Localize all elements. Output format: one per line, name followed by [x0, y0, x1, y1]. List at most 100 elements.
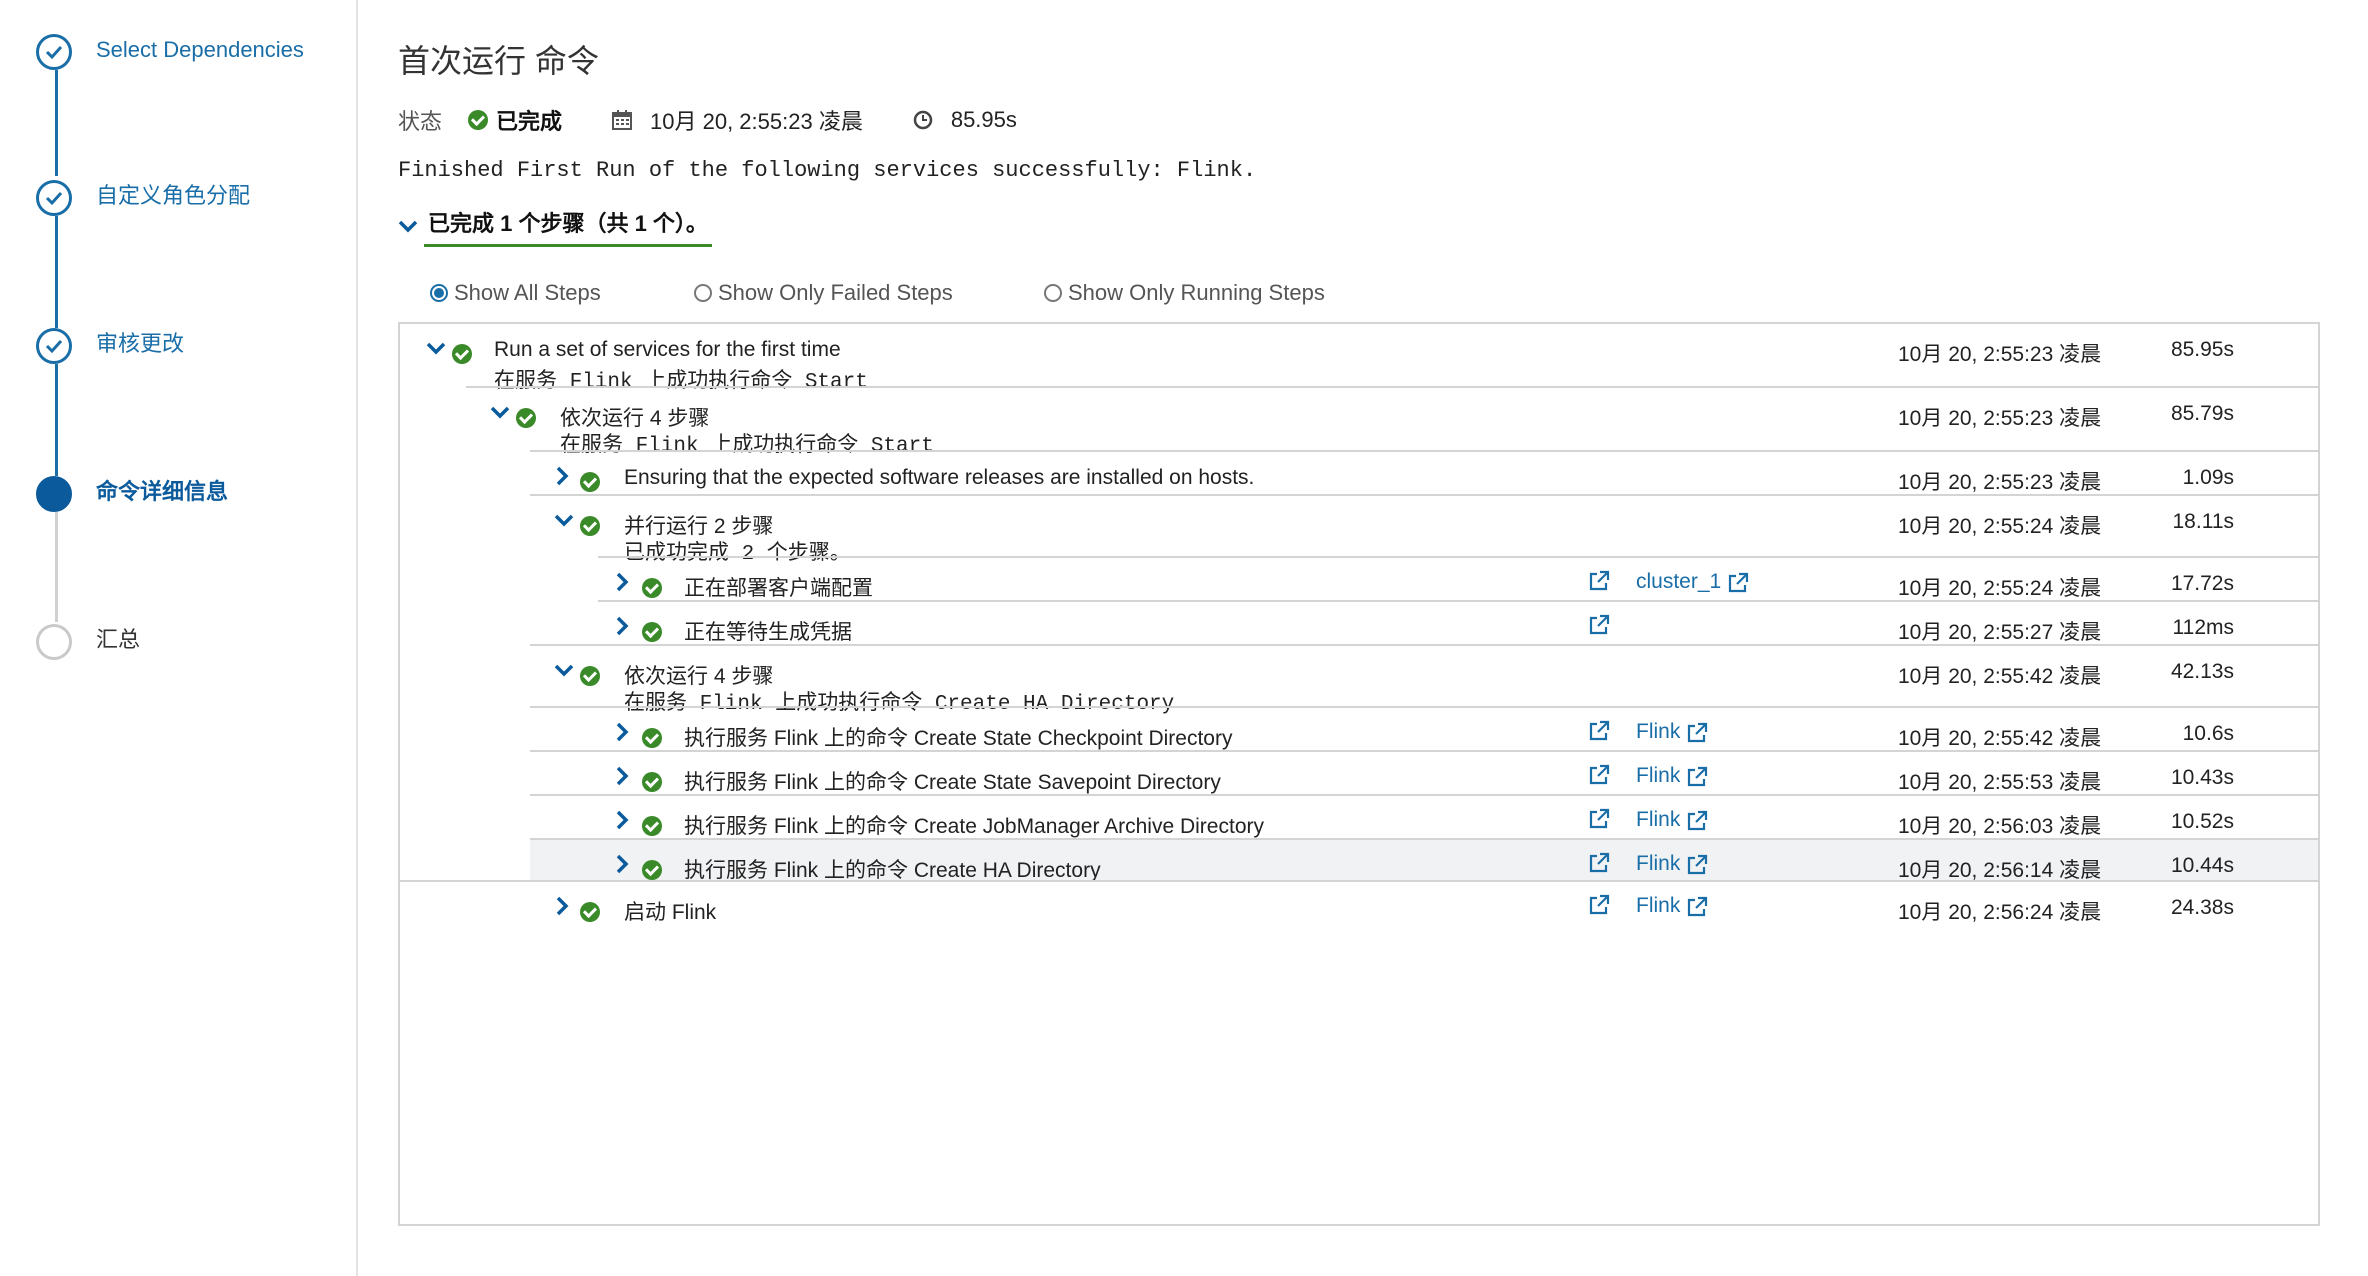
- step-row: 启动 Flink Flink 10月 20, 2:56:24 凌晨 24.38s: [400, 880, 2318, 924]
- external-link-icon: [1686, 896, 1708, 917]
- step-row: 正在部署客户端配置 cluster_1 10月 20, 2:55:24 凌晨 17.7…: [598, 556, 2318, 600]
- step-row: 执行服务 Flink 上的命令 Create State Checkpoint …: [530, 706, 2318, 750]
- success-icon: [642, 860, 662, 880]
- step-row: 正在等待生成凭据 10月 20, 2:55:27 凌晨 112ms: [598, 600, 2318, 644]
- result-message: Finished First Run of the following serv…: [398, 158, 1257, 183]
- step-start-time: 10月 20, 2:56:24 凌晨: [1898, 901, 2102, 924]
- success-icon: [642, 772, 662, 792]
- start-time: 10月 20, 2:55:23 凌晨: [650, 109, 863, 134]
- radio-button[interactable]: [1044, 284, 1062, 302]
- step-row: 执行服务 Flink 上的命令 Create HA Directory Flink…: [530, 838, 2318, 882]
- page-title: 首次运行 命令: [398, 43, 599, 79]
- step-duration: 85.79s: [2170, 402, 2234, 425]
- calendar-icon: [612, 110, 633, 130]
- chevron-down-icon[interactable]: [554, 514, 574, 532]
- step-start-time: 10月 20, 2:55:23 凌晨: [1898, 343, 2102, 366]
- radio-button[interactable]: [694, 284, 712, 302]
- step-start-time: 10月 20, 2:55:24 凌晨: [1898, 577, 2102, 600]
- step-target-link[interactable]: Flink: [1636, 894, 1708, 918]
- pending-step-icon: [36, 624, 72, 660]
- open-in-new-icon[interactable]: [1588, 894, 1610, 916]
- step-target-label: Flink: [1636, 894, 1681, 917]
- chevron-down-icon[interactable]: [426, 342, 446, 360]
- step-duration: 10.44s: [2170, 854, 2234, 877]
- success-icon: [468, 110, 489, 130]
- chevron-right-icon[interactable]: [556, 466, 574, 486]
- step-target-link[interactable]: cluster_1: [1636, 570, 1749, 594]
- open-in-new-icon[interactable]: [1588, 720, 1610, 742]
- external-link-icon: [1686, 810, 1708, 831]
- step-start-time: 10月 20, 2:55:27 凌晨: [1898, 621, 2102, 644]
- completed-steps-toggle[interactable]: 已完成 1 个步骤（共 1 个）。: [398, 206, 712, 247]
- step-row: 依次运行 4 步骤 在服务 Flink 上成功执行命令 Start 10月 20, …: [466, 386, 2318, 458]
- step-start-time: 10月 20, 2:55:23 凌晨: [1898, 471, 2102, 494]
- step-title: 正在部署客户端配置: [684, 577, 873, 600]
- chevron-right-icon[interactable]: [616, 722, 634, 742]
- check-icon: [36, 328, 72, 364]
- open-in-new-icon[interactable]: [1588, 808, 1610, 830]
- filter-label: Show Only Failed Steps: [718, 280, 953, 305]
- filter-all-steps[interactable]: Show All Steps: [430, 280, 694, 306]
- step-row: Run a set of services for the first time…: [400, 324, 2318, 394]
- progress-line: [55, 70, 58, 176]
- step-title: 正在等待生成凭据: [684, 621, 852, 644]
- wizard-step-label: 汇总: [96, 627, 141, 652]
- step-target-link[interactable]: Flink: [1636, 852, 1708, 876]
- step-duration: 112ms: [2172, 616, 2234, 639]
- chevron-right-icon[interactable]: [616, 854, 634, 874]
- step-target-label: cluster_1: [1636, 570, 1722, 593]
- success-icon: [642, 622, 662, 642]
- clock-icon: [913, 110, 933, 130]
- chevron-right-icon[interactable]: [616, 766, 634, 786]
- radio-button[interactable]: [430, 284, 448, 302]
- step-row: 执行服务 Flink 上的命令 Create JobManager Archiv…: [530, 794, 2318, 838]
- step-title: 执行服务 Flink 上的命令 Create State Savepoint D…: [684, 771, 1221, 794]
- step-row: 执行服务 Flink 上的命令 Create State Savepoint D…: [530, 750, 2318, 794]
- chevron-right-icon[interactable]: [616, 572, 634, 592]
- chevron-right-icon[interactable]: [556, 896, 574, 916]
- step-start-time: 10月 20, 2:55:23 凌晨: [1898, 407, 2102, 430]
- external-link-icon: [1686, 854, 1708, 875]
- open-in-new-icon[interactable]: [1588, 614, 1610, 636]
- chevron-down-icon: [398, 220, 418, 232]
- step-target-link[interactable]: Flink: [1636, 808, 1708, 832]
- step-start-time: 10月 20, 2:55:24 凌晨: [1898, 515, 2102, 538]
- success-icon: [516, 408, 536, 428]
- wizard-step-label: Select Dependencies: [96, 37, 304, 62]
- wizard-step-label: 自定义角色分配: [96, 183, 251, 208]
- open-in-new-icon[interactable]: [1588, 852, 1610, 874]
- step-duration: 17.72s: [2170, 572, 2234, 595]
- step-duration: 1.09s: [2182, 466, 2234, 489]
- status-row: 状态 已完成 10月 20, 2:55:23 凌晨 85.95s: [398, 104, 1067, 136]
- filter-label: Show Only Running Steps: [1068, 280, 1325, 305]
- step-target-link[interactable]: Flink: [1636, 764, 1708, 788]
- step-duration: 10.6s: [2182, 722, 2234, 745]
- open-in-new-icon[interactable]: [1588, 764, 1610, 786]
- success-icon: [580, 472, 600, 492]
- success-icon: [580, 902, 600, 922]
- filter-running-steps[interactable]: Show Only Running Steps: [1044, 280, 1325, 306]
- step-title: Ensuring that the expected software rele…: [624, 466, 1255, 489]
- step-duration: 18.11s: [2172, 510, 2235, 533]
- step-title: 启动 Flink: [624, 901, 717, 924]
- step-start-time: 10月 20, 2:55:53 凌晨: [1898, 771, 2102, 794]
- step-target-label: Flink: [1636, 852, 1681, 875]
- step-target-label: Flink: [1636, 764, 1681, 787]
- step-target-label: Flink: [1636, 808, 1681, 831]
- chevron-down-icon[interactable]: [554, 664, 574, 682]
- check-icon: [36, 180, 72, 216]
- step-row: Ensuring that the expected software rele…: [530, 450, 2318, 494]
- step-title: 执行服务 Flink 上的命令 Create State Checkpoint …: [684, 727, 1233, 750]
- chevron-down-icon[interactable]: [490, 406, 510, 424]
- step-duration: 85.95s: [2170, 338, 2234, 361]
- step-target-link[interactable]: Flink: [1636, 720, 1708, 744]
- step-duration: 24.38s: [2170, 896, 2234, 919]
- completed-steps-summary: 已完成 1 个步骤（共 1 个）。: [424, 206, 712, 247]
- step-start-time: 10月 20, 2:56:03 凌晨: [1898, 815, 2102, 838]
- chevron-right-icon[interactable]: [616, 616, 634, 636]
- chevron-right-icon[interactable]: [616, 810, 634, 830]
- open-in-new-icon[interactable]: [1588, 570, 1610, 592]
- progress-line-pending: [55, 512, 58, 622]
- success-icon: [580, 516, 600, 536]
- filter-failed-steps[interactable]: Show Only Failed Steps: [694, 280, 1044, 306]
